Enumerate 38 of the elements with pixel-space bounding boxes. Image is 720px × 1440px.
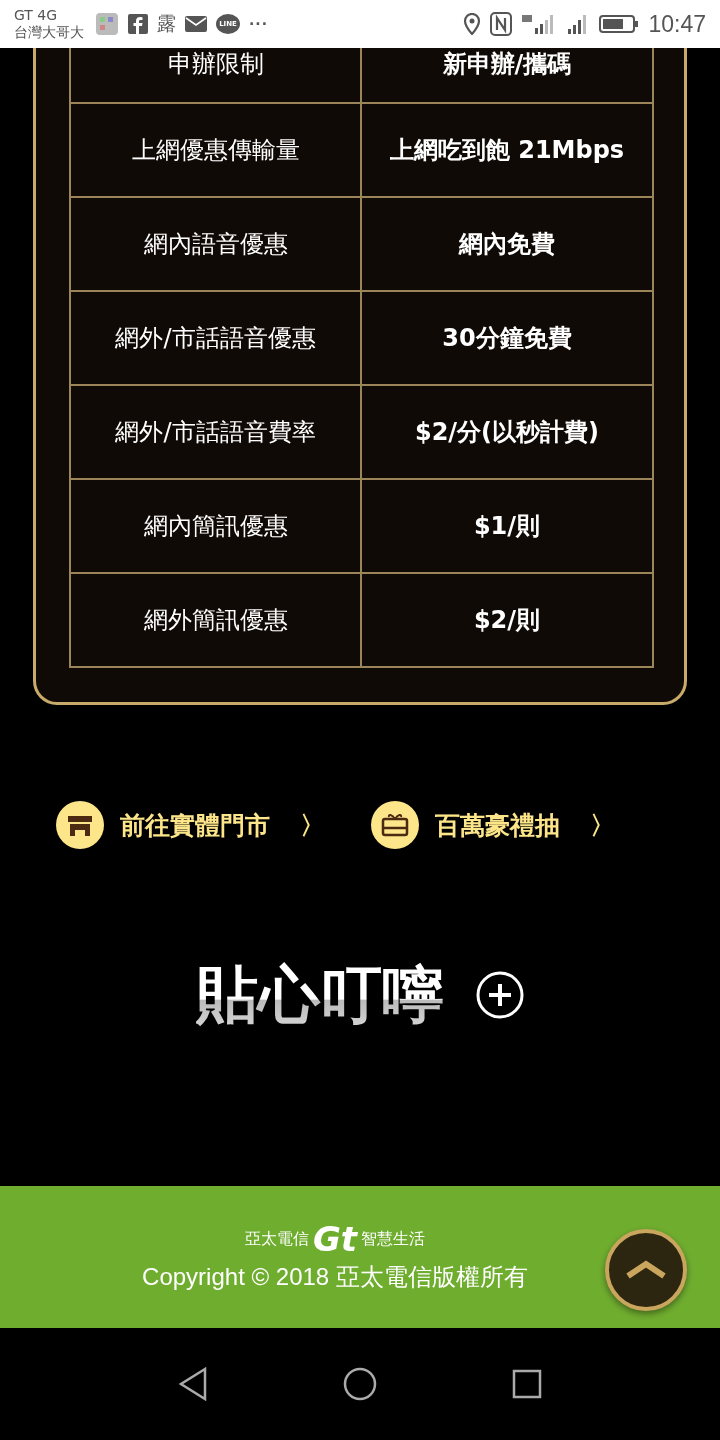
store-icon bbox=[56, 801, 104, 849]
table-cell: 上網吃到飽 21Mbps bbox=[362, 104, 654, 198]
brand-text: 亞太電信 bbox=[244, 1228, 309, 1250]
home-icon[interactable] bbox=[343, 1367, 377, 1401]
brand-slogan: 智慧生活 bbox=[361, 1228, 426, 1250]
back-to-top-button[interactable] bbox=[604, 1228, 688, 1312]
table-cell: 新申辦/攜碼 bbox=[362, 48, 654, 104]
table-cell: 網內語音優惠 bbox=[71, 198, 362, 292]
table-cell: $2/則 bbox=[362, 574, 654, 668]
clock-time: 10:47 bbox=[648, 10, 706, 38]
expand-icon[interactable] bbox=[476, 971, 524, 1019]
mail-icon bbox=[185, 16, 207, 32]
table-cell: 申辦限制 bbox=[71, 48, 362, 104]
table-cell: 網內免費 bbox=[362, 198, 654, 292]
more-indicator: ··· bbox=[249, 16, 268, 32]
brand-logo: Gt bbox=[312, 1221, 358, 1257]
table-cell: 上網優惠傳輸量 bbox=[71, 104, 362, 198]
battery-icon bbox=[599, 14, 640, 34]
table-cell: 網外/市話語音優惠 bbox=[71, 292, 362, 386]
facebook-icon bbox=[128, 14, 148, 34]
promo-link[interactable]: 前往實體門市 〉 bbox=[56, 801, 325, 849]
nfc-icon bbox=[490, 12, 513, 36]
table-cell: 30分鐘免費 bbox=[362, 292, 654, 386]
recents-icon[interactable] bbox=[512, 1369, 543, 1399]
location-icon bbox=[463, 13, 482, 35]
table-cell: $1/則 bbox=[362, 480, 654, 574]
copyright-text: Copyright © 2018 亞太電信版權所有 bbox=[142, 1262, 528, 1292]
app-folder-icon bbox=[95, 12, 119, 36]
app-glyph: 露 bbox=[157, 11, 176, 36]
gift-icon bbox=[371, 801, 419, 849]
back-icon[interactable] bbox=[177, 1367, 208, 1401]
carrier-name: 台灣大哥大 bbox=[14, 24, 84, 41]
table-cell: 網內簡訊優惠 bbox=[71, 480, 362, 574]
table-cell: $2/分(以秒計費) bbox=[362, 386, 654, 480]
network-label: GT 4G bbox=[14, 7, 59, 24]
table-cell: 網外/市話語音費率 bbox=[71, 386, 362, 480]
table-cell: 網外簡訊優惠 bbox=[71, 574, 362, 668]
promo-link[interactable]: 百萬豪禮抽 〉 bbox=[371, 801, 615, 849]
